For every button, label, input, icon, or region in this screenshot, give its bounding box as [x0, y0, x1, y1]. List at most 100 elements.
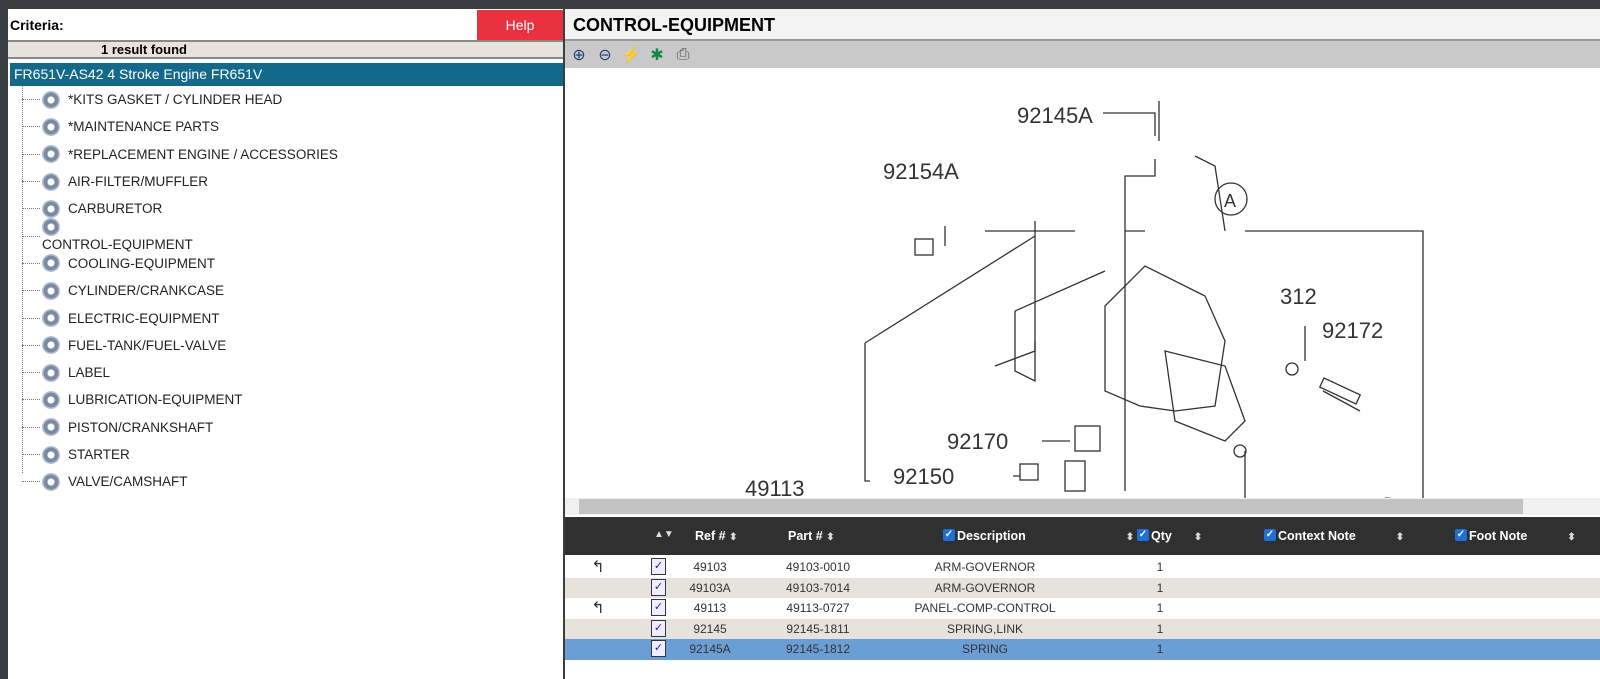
tree-root[interactable]: FR651V-AS42 4 Stroke Engine FR651V	[10, 63, 563, 86]
back-arrow-icon[interactable]: ↰	[589, 598, 607, 618]
checkbox[interactable]: ✓	[1264, 529, 1276, 541]
tree-connector	[22, 454, 40, 455]
callout-92154a[interactable]: 92154A	[883, 159, 959, 184]
tree-connector	[22, 290, 40, 292]
tree-connector	[22, 208, 40, 210]
bug-icon[interactable]: ✱	[647, 45, 667, 65]
parts-diagram[interactable]: 92145A 92154A A 312 92172 92170 92150 49…	[565, 71, 1600, 498]
result-count: 1 result found	[8, 42, 563, 59]
tree-item[interactable]: LABEL	[22, 359, 563, 386]
gear-icon	[42, 336, 60, 355]
criteria-label: Criteria:	[10, 16, 64, 33]
description-cell: SPRING,LINK	[946, 621, 1024, 636]
tree-item[interactable]: AIR-FILTER/MUFFLER	[22, 168, 563, 195]
table-row[interactable]: ✓ 49103A 49103-7014 ARM-GOVERNOR 1	[565, 577, 1600, 599]
tree-item[interactable]: STARTER	[22, 441, 563, 468]
parts-table: ↰ ✓ 49103 49103-0010 ARM-GOVERNOR 1 ✓ 49103A 491…	[565, 557, 1600, 660]
gear-icon	[42, 309, 60, 328]
zoom-out-icon[interactable]: ⊖	[595, 45, 615, 65]
callout-92172[interactable]: 92172	[1322, 318, 1383, 343]
tree-item-label: FUEL-TANK/FUEL-VALVE	[68, 337, 227, 353]
col-part[interactable]: Part # ⬍	[788, 529, 835, 543]
document-check-icon[interactable]: ✓	[651, 578, 666, 596]
tree-item-label: *KITS GASKET / CYLINDER HEAD	[68, 92, 283, 108]
col-foot-note[interactable]: ✓ Foot Note ⬍	[1455, 529, 1576, 543]
callout-49113[interactable]: 49113	[745, 476, 805, 498]
table-row[interactable]: ↰ ✓ 49113 49113-0727 PANEL-COMP-CONTROL 1	[565, 598, 1600, 619]
col-qty[interactable]: ✓ Qty ⬍	[1137, 529, 1202, 543]
help-button[interactable]: Help	[477, 9, 563, 40]
ref-cell: 49103	[693, 560, 727, 574]
description-cell: PANEL-COMP-CONTROL	[914, 601, 1056, 616]
tree-item[interactable]: *KITS GASKET / CYLINDER HEAD	[22, 86, 563, 113]
tree-connector	[22, 372, 40, 374]
tree-connector	[22, 262, 40, 264]
tree-item[interactable]: CONTROL-EQUIPMENT	[22, 218, 563, 252]
toolbar: ⊕ ⊖ ⚡ ✱ ⎙	[565, 41, 1600, 68]
gear-icon	[42, 145, 60, 164]
checkbox[interactable]: ✓	[1137, 529, 1149, 541]
col-context-note[interactable]: ✓ Context Note ⬍	[1264, 529, 1404, 543]
tree-item-label: CYLINDER/CRANKCASE	[68, 283, 225, 299]
tree-item-label: COOLING-EQUIPMENT	[68, 255, 216, 271]
table-row[interactable]: ✓ 92145 92145-1811 SPRING,LINK 1	[565, 618, 1600, 640]
tree-item-label: PISTON/CRANKSHAFT	[68, 419, 214, 435]
qty-cell: 1	[1156, 642, 1164, 657]
sort-icon[interactable]: ▲▼	[654, 529, 674, 540]
back-arrow-icon[interactable]: ↰	[589, 557, 607, 577]
table-row[interactable]: ↰ ✓ 49103 49103-0010 ARM-GOVERNOR 1	[565, 557, 1600, 578]
document-check-icon[interactable]: ✓	[651, 558, 666, 575]
tree-item[interactable]: *MAINTENANCE PARTS	[22, 113, 563, 140]
tree-item-label: LABEL	[68, 365, 111, 381]
tree-connector	[22, 235, 40, 237]
tree-item-label: ELECTRIC-EQUIPMENT	[68, 310, 220, 326]
callout-a[interactable]: A	[1224, 191, 1236, 211]
callout-92170[interactable]: 92170	[947, 429, 1008, 454]
scrollbar-thumb[interactable]	[579, 499, 1523, 514]
left-panel: Criteria: Help 1 result found FR651V-AS4…	[8, 9, 563, 679]
description-cell: ARM-GOVERNOR	[934, 580, 1036, 595]
zoom-in-icon[interactable]: ⊕	[569, 45, 589, 65]
checkbox[interactable]: ✓	[943, 529, 955, 541]
gear-icon	[42, 390, 60, 409]
tree-connector	[22, 99, 40, 101]
callout-92150[interactable]: 92150	[893, 464, 954, 489]
diagram-callouts: 92145A 92154A A 312 92172 92170 92150 49…	[745, 103, 1383, 498]
part-cell: 49103-0010	[785, 560, 851, 574]
callout-92145a[interactable]: 92145A	[1017, 103, 1093, 128]
printer-icon[interactable]: ⎙	[673, 45, 693, 65]
tree-item[interactable]: FUEL-TANK/FUEL-VALVE	[22, 332, 563, 359]
tree-item[interactable]: *REPLACEMENT ENGINE / ACCESSORIES	[22, 141, 563, 168]
qty-cell: 1	[1156, 560, 1164, 574]
callout-312[interactable]: 312	[1280, 284, 1317, 309]
gear-icon	[42, 90, 60, 109]
page-title: CONTROL-EQUIPMENT	[565, 9, 1600, 41]
tree-item[interactable]: CYLINDER/CRANKCASE	[22, 277, 563, 304]
tree-item-label: *MAINTENANCE PARTS	[68, 119, 220, 135]
col-ref[interactable]: Ref # ⬍	[695, 529, 737, 543]
col-description[interactable]: ✓ Description ⬍	[943, 529, 1134, 543]
table-row[interactable]: ✓ 92145A 92145-1812 SPRING 1	[565, 639, 1600, 660]
gear-icon	[42, 172, 60, 191]
part-cell: 49103-7014	[785, 580, 851, 595]
description-cell: ARM-GOVERNOR	[934, 560, 1036, 574]
tree-item[interactable]: LUBRICATION-EQUIPMENT	[22, 386, 563, 413]
tree-connector	[22, 317, 40, 319]
tree-item[interactable]: COOLING-EQUIPMENT	[22, 250, 563, 277]
tree-item-label: LUBRICATION-EQUIPMENT	[68, 392, 243, 408]
tree-connector	[22, 399, 40, 401]
tree-connector	[22, 126, 40, 128]
document-check-icon[interactable]: ✓	[651, 599, 666, 617]
tree-item[interactable]: PISTON/CRANKSHAFT	[22, 414, 563, 441]
document-check-icon[interactable]: ✓	[651, 619, 666, 637]
tree-connector	[22, 344, 40, 346]
tree-item[interactable]: VALVE/CAMSHAFT	[22, 468, 563, 495]
tree-item[interactable]: ELECTRIC-EQUIPMENT	[22, 304, 563, 331]
tree-connector	[22, 481, 40, 483]
gear-icon	[42, 254, 60, 273]
checkbox[interactable]: ✓	[1455, 529, 1467, 541]
part-cell: 49113-0727	[786, 601, 850, 616]
document-check-icon[interactable]: ✓	[651, 640, 666, 658]
lightning-icon[interactable]: ⚡	[621, 45, 641, 65]
horizontal-scrollbar[interactable]	[565, 498, 1600, 515]
